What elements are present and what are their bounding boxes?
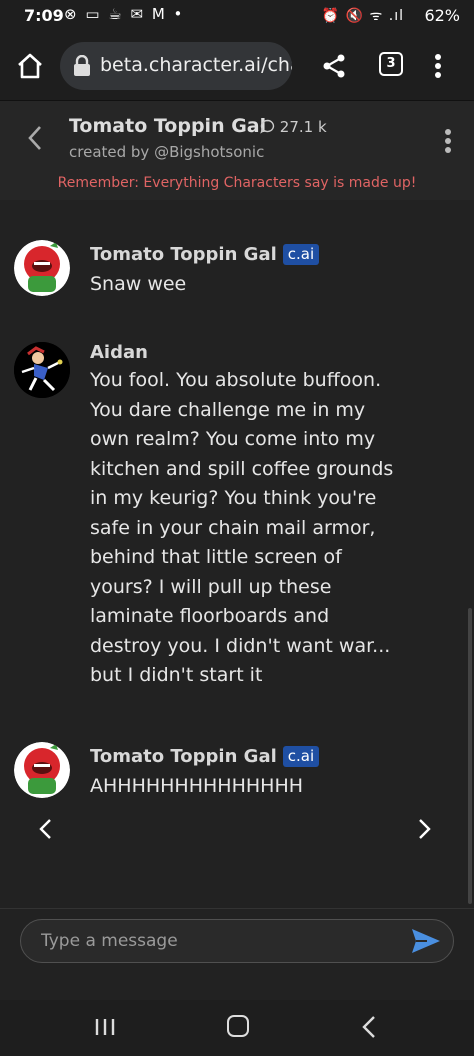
message-input-box[interactable] xyxy=(20,919,454,963)
previous-response-button[interactable] xyxy=(34,816,58,842)
share-button[interactable] xyxy=(320,52,348,80)
browser-toolbar: beta.character.ai/cha 3 xyxy=(0,32,474,100)
browser-home-button[interactable] xyxy=(14,50,46,82)
recents-icon xyxy=(95,1019,115,1035)
message-list[interactable]: Tomato Toppin Gal c.ai Snaw wee Aidan You… xyxy=(0,200,474,908)
url-text: beta.character.ai/cha xyxy=(100,54,292,76)
message-text: AHHHHHHHHHHHHHH xyxy=(90,775,304,797)
chevron-right-icon xyxy=(419,819,431,839)
message-sender: Aidan xyxy=(90,342,148,363)
cai-badge: c.ai xyxy=(282,244,320,265)
message-sender: Tomato Toppin Gal c.ai xyxy=(90,746,320,767)
share-icon xyxy=(323,54,345,78)
notification-icons: ⊗ ▭ ☕ ✉ M • xyxy=(64,5,185,23)
cai-badge: c.ai xyxy=(282,746,320,767)
more-icon xyxy=(445,129,451,135)
character-avatar[interactable] xyxy=(14,240,70,296)
address-bar[interactable]: beta.character.ai/cha xyxy=(60,42,292,90)
system-back-button[interactable] xyxy=(361,1014,377,1040)
browser-menu-button[interactable] xyxy=(430,52,446,80)
message-sender: Tomato Toppin Gal c.ai xyxy=(90,244,320,265)
send-icon xyxy=(412,929,440,953)
status-time: 7:09 xyxy=(24,6,64,25)
user-avatar[interactable] xyxy=(14,342,70,398)
chevron-left-icon xyxy=(39,819,51,839)
chat-bubble-icon xyxy=(260,119,275,134)
chat-count-value: 27.1 k xyxy=(279,118,327,136)
character-name[interactable]: Tomato Toppin Gal xyxy=(69,115,266,137)
more-icon xyxy=(435,54,441,60)
back-button[interactable] xyxy=(22,123,50,153)
disclaimer-banner: Remember: Everything Characters say is m… xyxy=(57,175,417,191)
composer xyxy=(0,908,474,1000)
next-response-button[interactable] xyxy=(412,816,436,842)
battery-level: 62% xyxy=(424,6,460,25)
status-bar: 7:09 ⊗ ▭ ☕ ✉ M • ⏰ 🔇 ᯤ .ıl 62% xyxy=(0,0,474,32)
creator-label[interactable]: created by @Bigshotsonic xyxy=(69,143,264,161)
character-avatar[interactable] xyxy=(14,742,70,798)
home-icon xyxy=(18,53,42,79)
message-input[interactable] xyxy=(41,928,401,954)
system-navigation-bar xyxy=(0,1000,474,1056)
message-text: Snaw wee xyxy=(90,273,187,295)
back-icon xyxy=(362,1016,375,1038)
send-button[interactable] xyxy=(409,926,443,956)
message-text: You fool. You absolute buffoon. You dare… xyxy=(90,369,394,686)
chevron-left-icon xyxy=(28,126,41,150)
scrollbar[interactable] xyxy=(468,608,472,904)
chat-count: 27.1 k xyxy=(260,118,327,136)
home-button[interactable] xyxy=(227,1015,249,1037)
lock-icon xyxy=(74,55,90,76)
recent-apps-button[interactable] xyxy=(93,1016,117,1038)
system-icons: ⏰ 🔇 ᯤ .ıl xyxy=(321,8,404,24)
tab-switcher-button[interactable]: 3 xyxy=(379,52,403,76)
chat-header: Tomato Toppin Gal 27.1 k created by @Big… xyxy=(0,100,474,200)
chat-options-button[interactable] xyxy=(440,127,456,155)
